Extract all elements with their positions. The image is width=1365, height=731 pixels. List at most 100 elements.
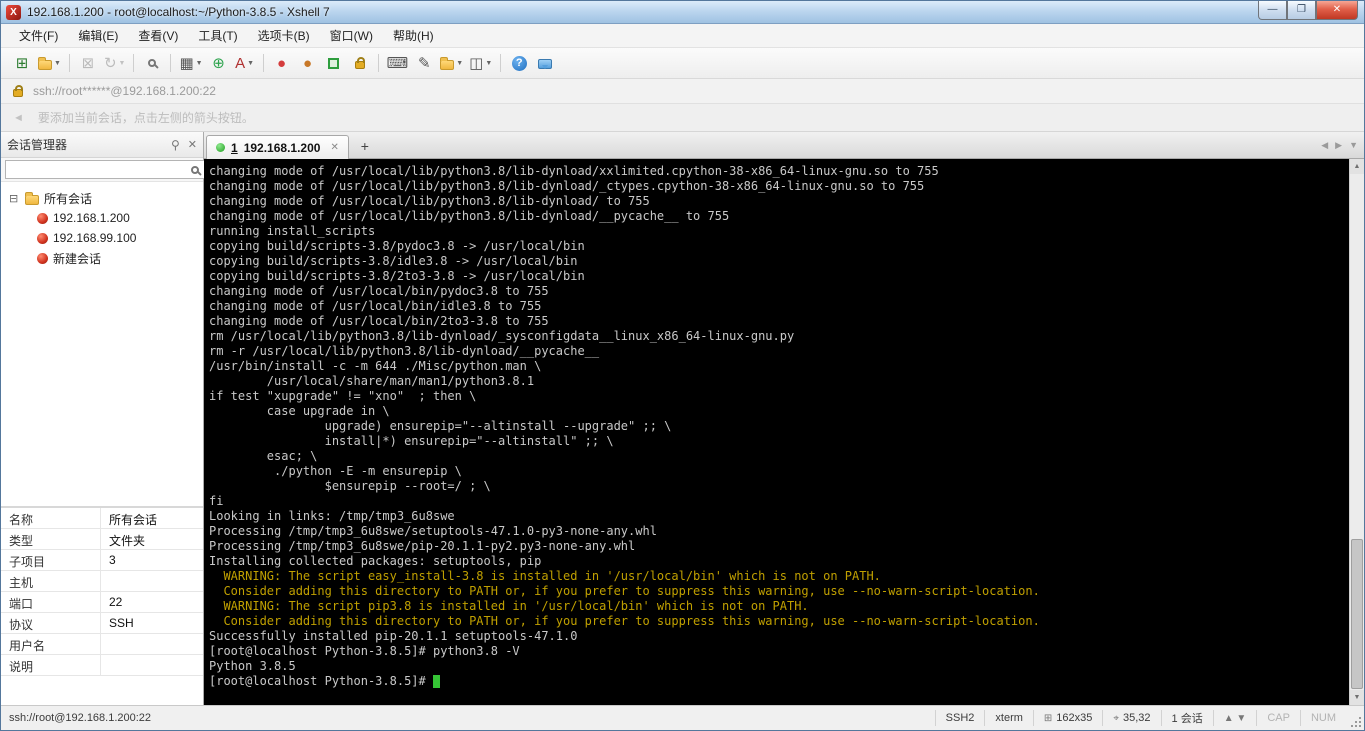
pin-icon[interactable]: ⚲ bbox=[171, 138, 180, 152]
tab-close-icon[interactable]: ✕ bbox=[330, 142, 338, 153]
property-key: 说明 bbox=[1, 655, 101, 675]
terminal-line: running install_scripts bbox=[209, 224, 376, 238]
scroll-down-icon[interactable]: ▼ bbox=[1350, 690, 1364, 705]
property-row: 主机 bbox=[1, 571, 203, 592]
scrollbar-thumb[interactable] bbox=[1351, 539, 1363, 689]
tab-session[interactable]: 1 192.168.1.200 ✕ bbox=[206, 135, 349, 159]
add-session-arrow-icon[interactable]: ◄ bbox=[13, 112, 24, 124]
terminal-line: WARNING: The script pip3.8 is installed … bbox=[209, 599, 809, 613]
new-session-button[interactable]: ⊞ bbox=[10, 51, 34, 75]
new-tab-button[interactable]: + bbox=[355, 137, 375, 156]
xftp-button[interactable]: ● bbox=[296, 51, 320, 75]
resize-grip[interactable] bbox=[1350, 716, 1362, 728]
terminal-line: /usr/local/share/man/man1/python3.8.1 bbox=[209, 374, 535, 388]
search-icon bbox=[191, 165, 199, 174]
tab-list-icon[interactable]: ▼ bbox=[1349, 140, 1358, 151]
session-search-input[interactable] bbox=[5, 160, 208, 179]
lock-icon bbox=[354, 57, 365, 69]
disconnect-button[interactable]: ⊠ bbox=[76, 51, 100, 75]
menu-file[interactable]: 文件(F) bbox=[9, 24, 68, 48]
terminal[interactable]: changing mode of /usr/local/lib/python3.… bbox=[204, 159, 1364, 705]
status-session-count: 1 会话 bbox=[1160, 710, 1213, 726]
dropdown-arrow-icon[interactable]: ▼ bbox=[54, 60, 61, 67]
status-session-nav[interactable]: ▲ ▼ bbox=[1212, 710, 1257, 726]
terminal-line: ./python -E -m ensurepip \ bbox=[209, 464, 462, 478]
tab-controls: ◀ ▶ ▼ bbox=[1321, 140, 1358, 151]
panel-close-icon[interactable]: ✕ bbox=[188, 138, 197, 152]
tab-scroll-right-icon[interactable]: ▶ bbox=[1335, 140, 1342, 151]
status-text: xterm bbox=[995, 712, 1023, 724]
tree-item-session[interactable]: 192.168.99.100 bbox=[1, 228, 203, 248]
menu-tabs[interactable]: 选项卡(B) bbox=[248, 24, 320, 48]
property-key: 端口 bbox=[1, 592, 101, 612]
compose-button[interactable]: ✎ bbox=[412, 51, 436, 75]
tree-item-session[interactable]: 192.168.1.200 bbox=[1, 208, 203, 228]
dropdown-arrow-icon[interactable]: ▼ bbox=[485, 60, 492, 67]
close-button[interactable]: ✕ bbox=[1316, 1, 1358, 20]
terminal-line: /usr/bin/install -c -m 644 ./Misc/python… bbox=[209, 359, 542, 373]
minimize-button[interactable]: — bbox=[1258, 1, 1287, 20]
file-transfer-button[interactable]: ▼ bbox=[438, 51, 465, 75]
scroll-up-icon[interactable]: ▲ bbox=[1350, 159, 1364, 174]
property-key: 名称 bbox=[1, 508, 101, 528]
window-title: 192.168.1.200 - root@localhost:~/Python-… bbox=[27, 5, 330, 19]
terminal-line: Processing /tmp/tmp3_6u8swe/setuptools-4… bbox=[209, 524, 657, 538]
font-color-icon: A bbox=[235, 54, 246, 72]
title-bar[interactable]: X 192.168.1.200 - root@localhost:~/Pytho… bbox=[1, 1, 1364, 24]
dropdown-arrow-icon[interactable]: ▼ bbox=[247, 60, 254, 67]
property-value: 文件夹 bbox=[109, 534, 146, 548]
session-nav-icons: ▲ ▼ bbox=[1223, 712, 1247, 724]
menu-help[interactable]: 帮助(H) bbox=[383, 24, 444, 48]
toolbar-separator bbox=[68, 54, 70, 72]
lock-screen-button[interactable] bbox=[348, 51, 372, 75]
arrange-windows-button[interactable]: ◫ ▼ bbox=[467, 51, 494, 75]
fullscreen-button[interactable] bbox=[322, 51, 346, 75]
dropdown-arrow-icon[interactable]: ▼ bbox=[196, 60, 203, 67]
dropdown-arrow-icon[interactable]: ▼ bbox=[119, 60, 126, 67]
xagent-button[interactable]: ● bbox=[270, 51, 294, 75]
tab-scroll-left-icon[interactable]: ◀ bbox=[1321, 140, 1328, 151]
terminal-line: if test "xupgrade" != "xno" ; then \ bbox=[209, 389, 477, 403]
menu-view[interactable]: 查看(V) bbox=[128, 24, 188, 48]
status-text: CAP bbox=[1267, 712, 1290, 724]
feedback-button[interactable] bbox=[533, 51, 557, 75]
address-bar[interactable]: ssh://root******@192.168.1.200:22 bbox=[1, 79, 1364, 104]
terminal-scrollbar[interactable]: ▲ ▼ bbox=[1349, 159, 1364, 705]
menu-window[interactable]: 窗口(W) bbox=[320, 24, 383, 48]
session-manager-header: 会话管理器 ⚲ ✕ bbox=[1, 132, 203, 158]
address-text: ssh://root******@192.168.1.200:22 bbox=[33, 84, 216, 98]
menu-edit[interactable]: 编辑(E) bbox=[68, 24, 128, 48]
property-key: 类型 bbox=[1, 529, 101, 549]
keypad-icon: ⌨ bbox=[386, 54, 409, 72]
help-button[interactable]: ? bbox=[507, 51, 531, 75]
appearance-button[interactable]: A ▼ bbox=[233, 51, 257, 75]
terminal-line: changing mode of /usr/local/bin/pydoc3.8… bbox=[209, 284, 549, 298]
folder-icon bbox=[25, 191, 39, 205]
web-browser-button[interactable]: ⊕ bbox=[207, 51, 231, 75]
reconnect-button[interactable]: ↻ ▼ bbox=[102, 51, 128, 75]
menu-tools[interactable]: 工具(T) bbox=[188, 24, 247, 48]
search-icon bbox=[148, 59, 157, 67]
disconnect-icon: ⊠ bbox=[81, 54, 95, 72]
xshell-window: X 192.168.1.200 - root@localhost:~/Pytho… bbox=[0, 0, 1365, 731]
new-terminal-button[interactable]: ▦ ▼ bbox=[177, 51, 204, 75]
open-sessions-button[interactable]: ▼ bbox=[36, 51, 63, 75]
property-value bbox=[101, 571, 203, 591]
tree-item-session[interactable]: 新建会话 bbox=[1, 248, 203, 268]
terminal-line: changing mode of /usr/local/bin/2to3-3.8… bbox=[209, 314, 549, 328]
tab-bar: 1 192.168.1.200 ✕ + ◀ ▶ ▼ bbox=[204, 132, 1364, 159]
tree-item-label: 192.168.99.100 bbox=[53, 231, 137, 245]
terminal-line: copying build/scripts-3.8/idle3.8 -> /us… bbox=[209, 254, 578, 268]
maximize-button[interactable]: ❐ bbox=[1287, 1, 1316, 20]
status-text: NUM bbox=[1310, 712, 1336, 724]
dropdown-arrow-icon[interactable]: ▼ bbox=[456, 60, 463, 67]
tree-item-all-sessions[interactable]: ⊟ 所有会话 bbox=[1, 188, 203, 208]
keypad-button[interactable]: ⌨ bbox=[385, 51, 411, 75]
find-button[interactable] bbox=[140, 51, 164, 75]
folder-open-icon bbox=[38, 56, 52, 70]
fullscreen-icon bbox=[328, 57, 340, 69]
properties-panel: 名称 所有会话 类型 文件夹 子项目 3 主机 端口 22 协议 SSH 用户名 说明 bbox=[1, 506, 203, 705]
collapse-icon[interactable]: ⊟ bbox=[9, 192, 20, 205]
property-row: 端口 22 bbox=[1, 592, 203, 613]
property-value: 3 bbox=[109, 553, 116, 567]
